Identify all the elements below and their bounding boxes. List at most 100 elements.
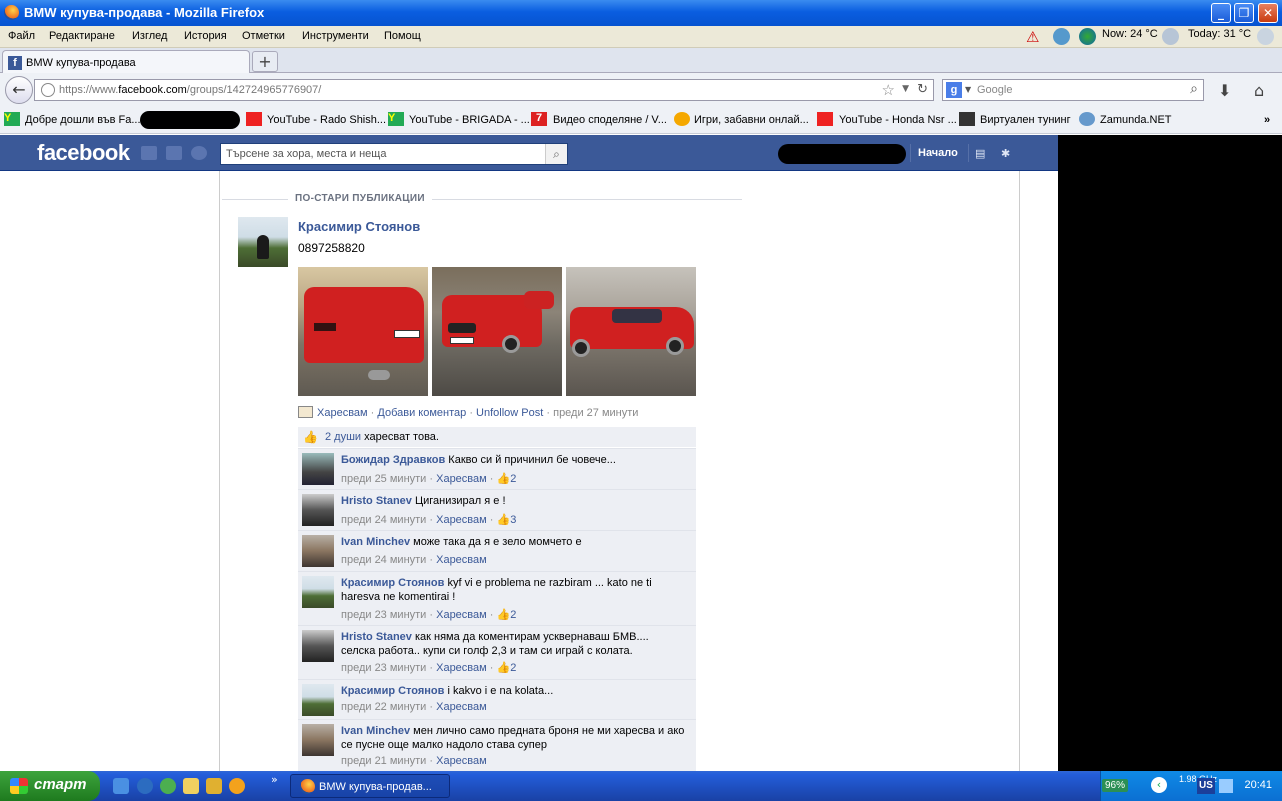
back-button[interactable]: ← [5,76,33,104]
bookmark-item[interactable]: Добре дошли във Fa... [25,114,141,126]
utorrent-icon[interactable] [160,778,176,794]
post-photo[interactable] [298,267,428,396]
globe-icon[interactable] [1079,28,1096,45]
url-text[interactable]: https://www.facebook.com/groups/14272496… [59,84,321,96]
search-icon[interactable]: ⌕ [545,144,567,164]
comment-like-link[interactable]: Харесвам [436,755,487,767]
home-link[interactable]: Начало [918,147,958,159]
bookmark-item[interactable]: Игри, забавни онлай... [694,114,809,126]
comment-author[interactable]: Hristo Stanev [341,631,412,643]
comment-time[interactable]: преди 23 минути [341,662,426,674]
comment-like-count[interactable]: 2 [510,473,516,485]
bookmark-star-icon[interactable]: ☆ [882,81,895,99]
clock[interactable]: 20:41 [1244,779,1272,791]
comment-author[interactable]: Красимир Стоянов [341,577,444,589]
start-button[interactable]: старт [0,771,100,801]
search-icon[interactable]: ⌕ [1190,81,1198,97]
comment-time[interactable]: преди 23 минути [341,609,426,621]
bookmark-item[interactable]: YouTube - Rado Shish... [267,114,386,126]
media-player-icon[interactable] [229,778,245,794]
facebook-logo[interactable]: facebook [37,140,130,166]
avatar[interactable] [302,684,334,716]
like-link[interactable]: Харесвам [317,407,368,419]
friend-requests-icon[interactable] [141,146,157,160]
comment-time[interactable]: преди 24 минути [341,554,426,566]
quicklaunch-icon[interactable] [113,778,129,794]
comment-author[interactable]: Божидар Здравков [341,454,445,466]
menu-file[interactable]: Файл [8,30,35,42]
avatar[interactable] [302,494,334,526]
avatar[interactable] [302,453,334,485]
download-icon[interactable]: ⬇ [1218,81,1231,100]
menu-edit[interactable]: Редактиране [49,30,115,42]
comment-like-link[interactable]: Харесвам [436,662,487,674]
chevron-down-icon[interactable]: ▼ [902,84,909,94]
messages-icon[interactable] [166,146,182,160]
notepad-icon[interactable] [183,778,199,794]
language-indicator[interactable]: US [1197,778,1215,794]
warning-icon[interactable]: ⚠ [1026,28,1039,46]
comment-like-count[interactable]: 2 [510,662,516,674]
close-button[interactable]: ✕ [1258,3,1278,23]
maximize-button[interactable]: ❐ [1234,3,1254,23]
comment-like-link[interactable]: Харесвам [436,609,487,621]
add-comment-link[interactable]: Добави коментар [377,407,466,419]
unfollow-post-link[interactable]: Unfollow Post [476,407,543,419]
notifications-icon[interactable] [191,146,207,160]
url-bar[interactable]: https://www.facebook.com/groups/14272496… [34,79,934,101]
comment-author[interactable]: Красимир Стоянов [341,685,444,697]
post-timestamp[interactable]: преди 27 минути [553,407,638,419]
post-photo[interactable] [432,267,562,396]
post-photo[interactable] [566,267,696,396]
menu-bookmarks[interactable]: Отметки [242,30,285,42]
comment-time[interactable]: преди 22 минути [341,701,426,713]
bookmark-item[interactable]: YouTube - Honda Nsr ... [839,114,957,126]
post-author[interactable]: Красимир Стоянов [298,219,420,234]
bookmark-item[interactable]: Виртуален тунинг [980,114,1071,126]
tools-icon[interactable] [206,778,222,794]
bookmark-item[interactable]: YouTube - BRIGADA - ... [409,114,530,126]
comment-like-link[interactable]: Харесвам [436,554,487,566]
comment-like-link[interactable]: Харесвам [436,514,487,526]
comment-author[interactable]: Hristo Stanev [341,495,412,507]
comment-like-link[interactable]: Харесвам [436,473,487,485]
privacy-icon[interactable]: ▤ [975,147,985,160]
chevron-down-icon[interactable]: ▼ [965,85,971,94]
menu-history[interactable]: История [184,30,227,42]
comment-like-count[interactable]: 2 [510,609,516,621]
search-bar[interactable]: g ▼ Google ⌕ [942,79,1204,101]
new-tab-button[interactable]: + [252,51,278,72]
battery-indicator[interactable]: 96% [1102,779,1129,792]
google-icon[interactable]: g [946,82,962,98]
likers-link[interactable]: 2 души [325,431,361,443]
facebook-search-input[interactable]: Търсене за хора, места и неща ⌕ [220,143,568,165]
comment-time[interactable]: преди 24 минути [341,514,426,526]
bookmark-item[interactable]: Видео споделяне / V... [553,114,667,126]
bookmarks-overflow-button[interactable]: » [1264,114,1270,126]
avatar[interactable] [302,535,334,567]
comment-author[interactable]: Ivan Minchev [341,536,410,548]
menu-view[interactable]: Изглед [132,30,167,42]
network-icon[interactable] [1219,779,1233,793]
avatar[interactable] [238,217,288,267]
menu-help[interactable]: Помощ [384,30,421,42]
minimize-button[interactable]: _ [1211,3,1231,23]
quicklaunch-icon[interactable] [137,778,153,794]
comment-author[interactable]: Ivan Minchev [341,725,410,737]
avatar[interactable] [302,576,334,608]
bookmark-item[interactable]: Zamunda.NET [1100,114,1172,126]
comment-like-count[interactable]: 3 [510,514,516,526]
weather-today[interactable]: Today: 31 °C [1188,28,1251,40]
quicklaunch-overflow[interactable]: » [271,773,278,786]
home-icon[interactable]: ⌂ [1254,81,1264,100]
taskbar-task-firefox[interactable]: BMW купува-продав... [290,774,450,798]
comment-like-link[interactable]: Харесвам [436,701,487,713]
comment-time[interactable]: преди 25 минути [341,473,426,485]
avatar[interactable] [302,724,334,756]
gear-icon[interactable]: ✱ [1001,147,1010,160]
chevron-left-icon[interactable]: ‹ [1151,777,1167,793]
tab-bmw[interactable]: f BMW купува-продава [2,50,250,74]
menu-tools[interactable]: Инструменти [302,30,369,42]
network-icon[interactable] [1053,28,1070,45]
reload-icon[interactable]: ↻ [917,82,928,97]
